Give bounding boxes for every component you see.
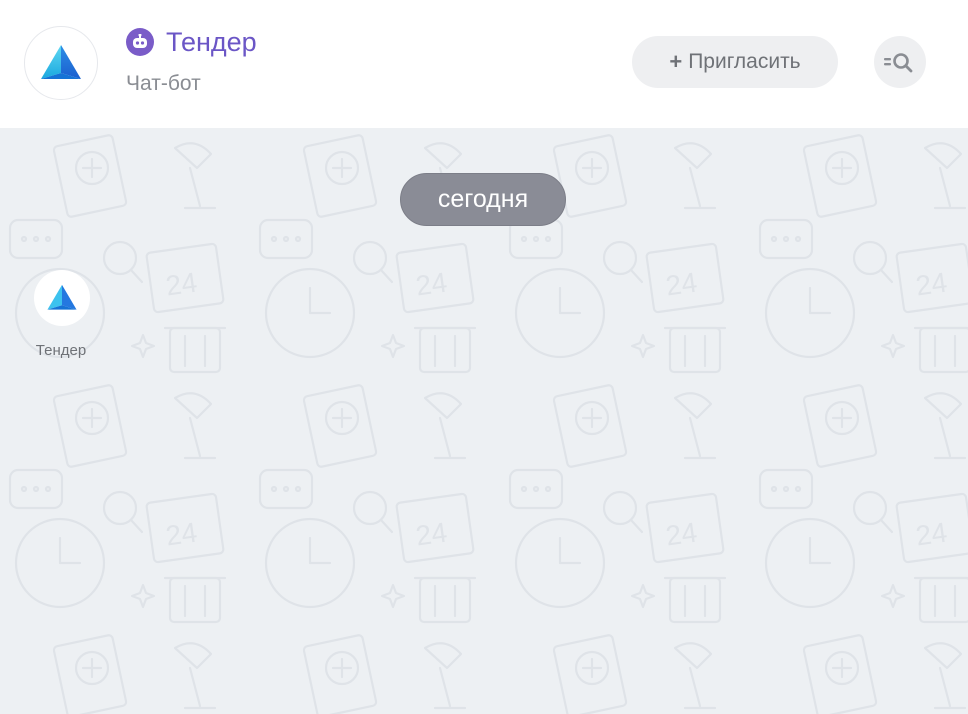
pyramid-logo-icon bbox=[41, 45, 81, 79]
plus-icon: + bbox=[669, 49, 683, 74]
chat-title-row: Тендер bbox=[126, 26, 257, 58]
pyramid-logo-icon bbox=[47, 284, 77, 310]
chat-subtitle: Чат-бот bbox=[126, 72, 201, 95]
search-button[interactable] bbox=[874, 36, 926, 88]
robot-icon bbox=[126, 28, 154, 56]
message-sender-name: Тендер bbox=[35, 342, 87, 359]
chat-title: Тендер bbox=[166, 27, 257, 57]
chat-window: Тендер Чат-бот + Пригласить сегодня Тенд… bbox=[0, 0, 968, 714]
date-separator: сегодня bbox=[400, 173, 566, 226]
invite-button-label: Пригласить bbox=[688, 50, 801, 73]
message-sender-avatar[interactable] bbox=[34, 270, 90, 326]
chat-avatar[interactable] bbox=[24, 26, 98, 100]
chat-header: Тендер Чат-бот + Пригласить bbox=[0, 0, 968, 128]
list-search-icon bbox=[884, 53, 913, 73]
chat-message-area[interactable]: 24 bbox=[0, 128, 968, 714]
invite-button[interactable]: + Пригласить bbox=[632, 36, 838, 88]
